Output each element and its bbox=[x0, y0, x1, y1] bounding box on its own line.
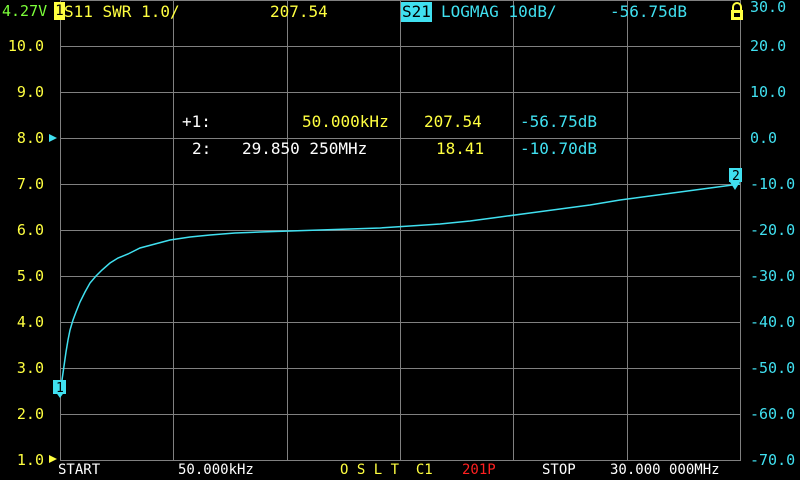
left-tick-label: 6.0 bbox=[16, 221, 44, 239]
marker-1-frequency: 50.000kHz bbox=[302, 112, 389, 131]
start-frequency[interactable]: 50.000kHz bbox=[178, 463, 254, 477]
left-tick-label: 9.0 bbox=[16, 83, 44, 101]
marker-1-label[interactable]: +1: bbox=[182, 114, 211, 130]
left-tick-label: 7.0 bbox=[16, 175, 44, 193]
left-tick-label: 2.0 bbox=[16, 405, 44, 423]
marker-2-label[interactable]: 2: bbox=[192, 141, 211, 157]
start-label[interactable]: START bbox=[58, 463, 100, 477]
right-tick-label: 20.0 bbox=[750, 37, 787, 55]
stop-label[interactable]: STOP bbox=[542, 463, 576, 477]
left-tick-label: 5.0 bbox=[16, 267, 44, 285]
left-tick-label: 10.0 bbox=[7, 37, 44, 55]
right-tick-label: -40.0 bbox=[750, 313, 796, 331]
lock-icon bbox=[731, 2, 743, 20]
marker-2-s11-value: 18.41 bbox=[436, 139, 485, 158]
right-tick-label: -60.0 bbox=[750, 405, 796, 423]
nanovna-screen: { "header": { "battery": "4.27V", "ch0_m… bbox=[0, 0, 800, 480]
marker-2-s21-value: -10.70dB bbox=[520, 139, 598, 158]
plot-area: 1 2 bbox=[49, 0, 742, 463]
right-tick-label: 0.0 bbox=[750, 129, 778, 147]
right-tick-label: -20.0 bbox=[750, 221, 796, 239]
ch1-trace-format[interactable]: LOGMAG 10dB/ bbox=[441, 4, 557, 20]
left-tick-label: 3.0 bbox=[16, 359, 44, 377]
right-tick-label: -30.0 bbox=[750, 267, 796, 285]
ch1-marker-value: -56.75dB bbox=[610, 2, 688, 21]
right-tick-label: 10.0 bbox=[750, 83, 787, 101]
marker-1-number: 1 bbox=[56, 381, 64, 396]
stop-frequency[interactable]: 30.000 000MHz bbox=[610, 463, 720, 477]
right-tick-label: -70.0 bbox=[750, 451, 796, 469]
s11-reference-marker bbox=[49, 455, 57, 463]
s21-reference-marker bbox=[49, 134, 57, 142]
ch1-trace-label[interactable]: S21 bbox=[401, 2, 432, 22]
left-tick-label: 8.0 bbox=[16, 129, 44, 147]
marker-2-number: 2 bbox=[732, 169, 740, 184]
grid bbox=[60, 0, 741, 461]
marker-2-frequency: 29.850 250MHz bbox=[242, 139, 368, 158]
left-tick-label: 1.0 bbox=[16, 451, 44, 469]
right-tick-label: -10.0 bbox=[750, 175, 796, 193]
left-tick-label: 4.0 bbox=[16, 313, 44, 331]
ch0-trace-format[interactable]: S11 SWR 1.0/ bbox=[64, 4, 180, 20]
marker-2-pointer bbox=[730, 182, 740, 190]
right-tick-label: 30.0 bbox=[750, 0, 787, 16]
marker-1-s11-value: 207.54 bbox=[424, 112, 482, 131]
battery-voltage: 4.27V bbox=[2, 2, 48, 20]
right-tick-label: -50.0 bbox=[750, 359, 796, 377]
marker-1-s21-value: -56.75dB bbox=[520, 112, 598, 131]
calibration-status: O S L T C1 bbox=[340, 462, 433, 478]
ch0-marker-value: 207.54 bbox=[270, 2, 328, 21]
sweep-points: 201P bbox=[462, 462, 496, 478]
